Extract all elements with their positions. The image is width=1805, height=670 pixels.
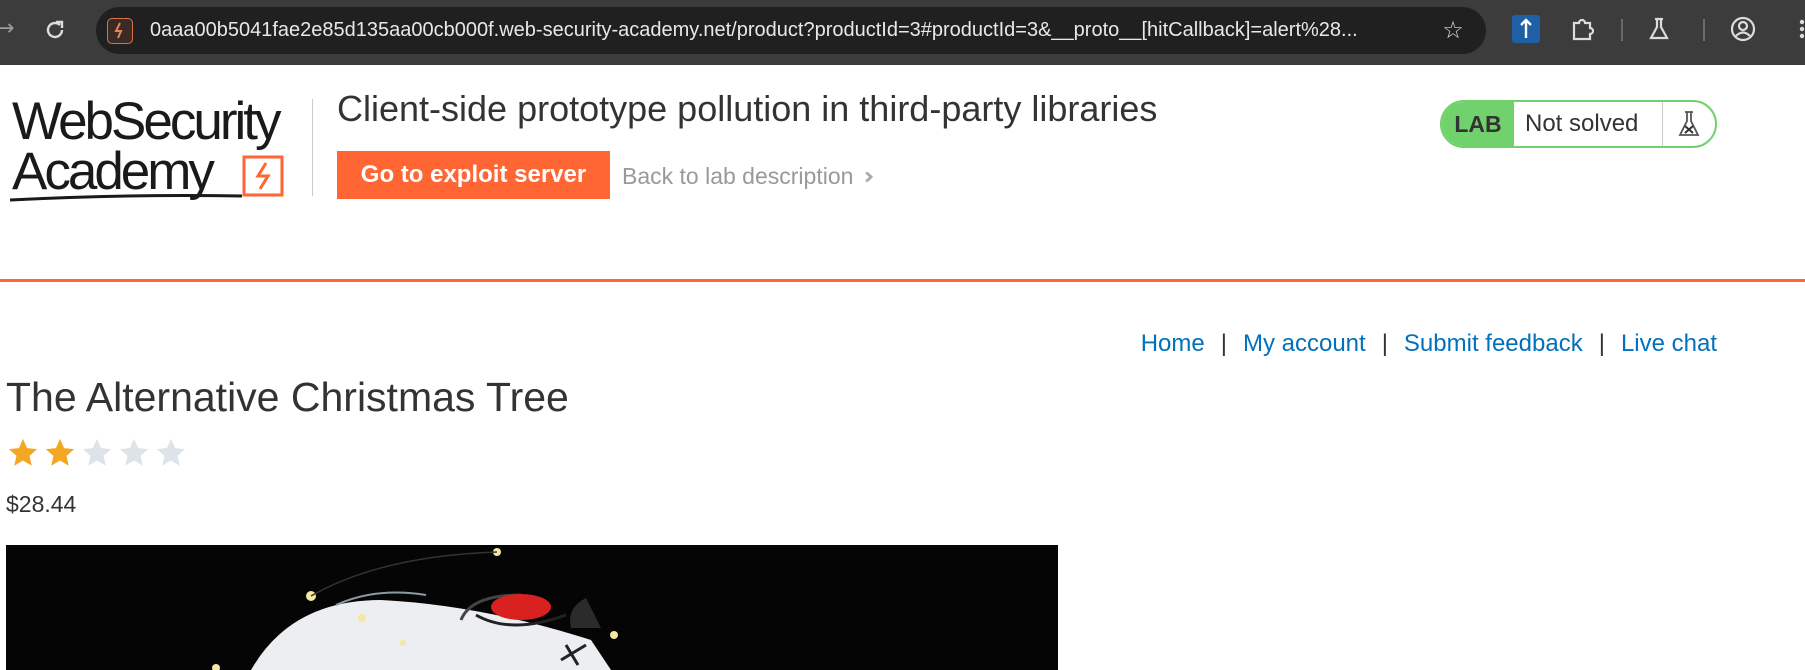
nav-submit-feedback-link[interactable]: Submit feedback xyxy=(1404,330,1583,358)
nav-separator: | xyxy=(1220,330,1227,357)
header-separator xyxy=(0,279,1805,282)
lab-badge: LAB xyxy=(1442,102,1514,146)
reload-icon[interactable] xyxy=(42,17,68,43)
header-divider xyxy=(312,99,313,196)
star-empty-icon xyxy=(156,438,186,466)
star-empty-icon xyxy=(82,438,112,466)
menu-kebab-icon[interactable] xyxy=(1788,15,1805,43)
bookmark-star-icon[interactable]: ☆ xyxy=(1440,17,1466,43)
forward-arrow-icon[interactable]: → xyxy=(0,16,16,42)
profile-icon[interactable] xyxy=(1729,15,1757,43)
nav-separator: | xyxy=(1381,330,1388,357)
product-rating xyxy=(6,436,188,470)
lab-title: Client-side prototype pollution in third… xyxy=(337,88,1158,129)
site-info-icon[interactable] xyxy=(107,18,133,44)
flask-x-icon xyxy=(1662,102,1715,146)
nav-live-chat-link[interactable]: Live chat xyxy=(1621,330,1717,358)
address-bar[interactable]: 0aaa00b5041fae2e85d135aa00cb000f.web-sec… xyxy=(96,7,1486,54)
nav-home-link[interactable]: Home xyxy=(1141,330,1205,358)
product-title: The Alternative Christmas Tree xyxy=(6,374,569,420)
toolbar-divider xyxy=(1621,19,1623,41)
logo-text-line2: Academy xyxy=(12,142,215,201)
nav-separator: | xyxy=(1598,330,1605,357)
toolbar-divider xyxy=(1703,19,1705,41)
back-to-lab-description-link[interactable]: Back to lab description ›› xyxy=(622,162,875,190)
star-filled-icon xyxy=(45,438,75,466)
lab-status-text: Not solved xyxy=(1525,110,1639,137)
top-navigation: Home | My account | Submit feedback | Li… xyxy=(1141,330,1717,358)
browser-toolbar: → 0aaa00b5041fae2e85d135aa00cb000f.web-s… xyxy=(0,0,1805,65)
puzzle-icon[interactable] xyxy=(1568,15,1596,43)
flask-icon[interactable] xyxy=(1645,15,1673,43)
web-security-academy-logo[interactable]: WebSecurity Academy xyxy=(8,92,308,207)
double-chevron-right-icon: ›› xyxy=(863,162,875,190)
url-text[interactable]: 0aaa00b5041fae2e85d135aa00cb000f.web-sec… xyxy=(150,19,1420,43)
product-price: $28.44 xyxy=(6,491,77,517)
back-link-label: Back to lab description xyxy=(622,162,854,189)
star-filled-icon xyxy=(8,438,38,466)
product-image xyxy=(6,545,1058,670)
go-to-exploit-server-button[interactable]: Go to exploit server xyxy=(337,151,610,199)
star-empty-icon xyxy=(119,438,149,466)
lab-status-widget: LAB Not solved xyxy=(1440,100,1717,148)
nav-my-account-link[interactable]: My account xyxy=(1243,330,1366,358)
extension-icon[interactable] xyxy=(1512,15,1540,43)
